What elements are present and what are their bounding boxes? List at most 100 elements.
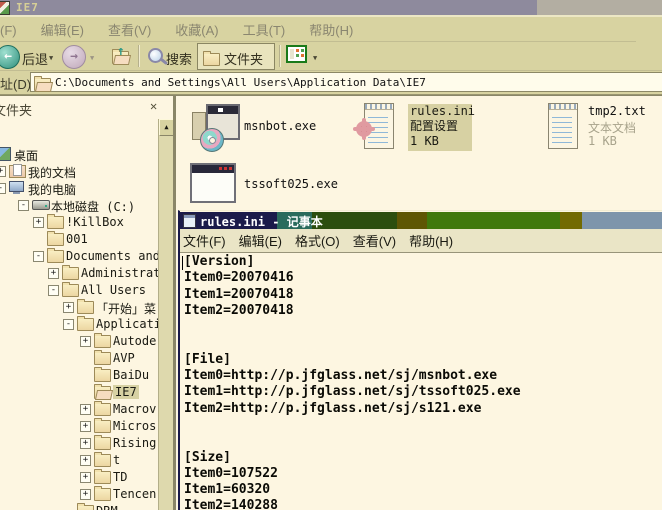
expand-toggle[interactable]: + (48, 268, 59, 279)
expand-toggle[interactable]: + (80, 421, 91, 432)
screen: IE7 文件(F) 编辑(E) 查看(V) 收藏(A) 工具(T) 帮助(H) … (0, 0, 662, 510)
menu-favorites[interactable]: 收藏(A) (175, 20, 218, 39)
forward-button-icon[interactable]: → (62, 45, 86, 69)
address-label: 地址(D) (0, 74, 31, 93)
file-tile-tssoft025[interactable]: tssoft025.exe (182, 161, 362, 211)
menu-view[interactable]: 查看(V) (108, 20, 151, 39)
tree-item-documents-and-settings[interactable]: - Documents and Se (0, 247, 160, 264)
np-menu-format[interactable]: 格式(O) (295, 231, 340, 250)
address-bar: 地址(D) (0, 70, 662, 95)
expand-toggle[interactable]: + (80, 404, 91, 415)
explorer-window-icon (0, 1, 10, 15)
tree-item-t[interactable]: + t (0, 451, 160, 468)
back-dropdown-caret[interactable]: ▼ (49, 54, 53, 62)
titlebar-segment (397, 212, 427, 229)
explorer-titlebar[interactable]: IE7 (0, 0, 662, 15)
expand-toggle[interactable]: + (80, 438, 91, 449)
search-button-label[interactable]: 搜索 (166, 49, 192, 68)
expand-toggle[interactable]: + (63, 302, 74, 313)
file-type: 配置设置 (408, 119, 472, 134)
folder-icon (94, 488, 111, 501)
folder-tree: 桌面 + 我的文档 - 我的电脑 - 本地磁盘 (C:) + !KillBox (0, 119, 160, 510)
tree-label: Administrator (81, 266, 160, 280)
tree-label: All Users (81, 283, 146, 297)
expand-toggle[interactable]: + (80, 336, 91, 347)
views-button-icon[interactable] (286, 45, 308, 64)
tree-item-all-users[interactable]: - All Users (0, 281, 160, 298)
notepad-menubar: 文件(F) 编辑(E) 格式(O) 查看(V) 帮助(H) (180, 229, 662, 253)
expand-toggle[interactable]: + (0, 166, 6, 177)
toolbar-separator-2 (279, 45, 281, 67)
expand-toggle[interactable]: + (33, 217, 44, 228)
tree-item-desktop[interactable]: 桌面 (0, 145, 160, 162)
np-menu-file[interactable]: 文件(F) (183, 231, 226, 250)
menu-help[interactable]: 帮助(H) (309, 20, 353, 39)
tree-item-microsoft[interactable]: + Micros (0, 417, 160, 434)
expand-toggle[interactable]: - (48, 285, 59, 296)
expand-toggle[interactable]: + (80, 455, 91, 466)
tree-label: 桌面 (14, 147, 38, 162)
tree-item-local-disk-c[interactable]: - 本地磁盘 (C:) (0, 196, 160, 213)
sidebar-title: 文件夹 (0, 100, 32, 119)
folders-toggle-button[interactable]: 文件夹 (197, 43, 275, 70)
expand-toggle[interactable]: - (0, 183, 6, 194)
text-caret (182, 256, 183, 270)
menu-tools[interactable]: 工具(T) (243, 20, 286, 39)
tree-item-killbox[interactable]: + !KillBox (0, 213, 160, 230)
notepad-text-area[interactable]: [Version] Item0=20070416 Item1=20070418 … (180, 253, 662, 510)
file-tile-msnbot[interactable]: msnbot.exe (182, 99, 352, 155)
file-tile-rules-ini[interactable]: rules.ini 配置设置 1 KB (356, 99, 536, 155)
tree-item-my-documents[interactable]: + 我的文档 (0, 162, 160, 179)
views-dropdown-caret[interactable]: ▼ (313, 54, 317, 62)
sidebar-scrollbar[interactable]: ▲ (158, 119, 173, 510)
folder-icon (94, 471, 111, 484)
scroll-up-icon[interactable]: ▲ (159, 119, 174, 136)
expand-toggle[interactable]: + (80, 472, 91, 483)
np-menu-edit[interactable]: 编辑(E) (239, 231, 282, 250)
folder-icon (77, 301, 94, 314)
tree-label: !KillBox (66, 215, 124, 229)
np-menu-view[interactable]: 查看(V) (353, 231, 396, 250)
tree-item-001[interactable]: 001 (0, 230, 160, 247)
expand-toggle[interactable]: - (18, 200, 29, 211)
address-input[interactable] (30, 72, 662, 92)
notepad-window-icon (183, 214, 196, 228)
tree-item-autodesk[interactable]: + Autode (0, 332, 160, 349)
tree-label: t (113, 453, 120, 467)
expand-toggle[interactable]: - (33, 251, 44, 262)
file-size: 1 KB (408, 134, 472, 149)
tree-item-administrator[interactable]: + Administrator (0, 264, 160, 281)
search-icon[interactable] (148, 48, 163, 63)
tree-item-drm[interactable]: DRM (0, 502, 160, 510)
tree-item-my-computer[interactable]: - 我的电脑 (0, 179, 160, 196)
expand-toggle[interactable]: - (63, 319, 74, 330)
tree-item-baidu[interactable]: BaiDu (0, 366, 160, 383)
installer-icon (192, 104, 240, 152)
tree-label: Autode (113, 334, 156, 348)
tree-item-ie7-selected[interactable]: IE7 (0, 383, 160, 400)
file-name: msnbot.exe (244, 119, 316, 133)
tree-item-rising[interactable]: + Rising (0, 434, 160, 451)
expand-toggle[interactable]: + (80, 489, 91, 500)
sidebar-close-icon[interactable]: ✕ (150, 99, 157, 113)
folder-icon (62, 267, 79, 280)
file-tile-tmp2-txt[interactable]: tmp2.txt 文本文档 1 KB (542, 99, 662, 155)
sidebar-header: 文件夹 ✕ (0, 96, 176, 118)
back-button-icon[interactable]: ← (0, 45, 20, 69)
np-menu-help[interactable]: 帮助(H) (409, 231, 453, 250)
selected-file-label-block: rules.ini 配置设置 1 KB (408, 104, 472, 151)
menu-edit[interactable]: 编辑(E) (41, 20, 84, 39)
tree-label: DRM (96, 504, 118, 510)
tree-item-application-data[interactable]: - Applicati (0, 315, 160, 332)
tree-item-start-menu[interactable]: + 「开始」菜 (0, 298, 160, 315)
tree-label: Documents and Se (66, 249, 160, 263)
back-button-label[interactable]: 后退 (22, 49, 48, 68)
forward-dropdown-caret[interactable]: ▼ (90, 54, 94, 62)
tree-item-tencent[interactable]: + Tencen (0, 485, 160, 502)
menu-file[interactable]: 文件(F) (0, 20, 17, 39)
tree-item-avp[interactable]: AVP (0, 349, 160, 366)
tree-label: 本地磁盘 (C:) (51, 198, 135, 213)
tree-item-td[interactable]: + TD (0, 468, 160, 485)
folder-icon (94, 437, 111, 450)
tree-item-macrovision[interactable]: + Macrov (0, 400, 160, 417)
